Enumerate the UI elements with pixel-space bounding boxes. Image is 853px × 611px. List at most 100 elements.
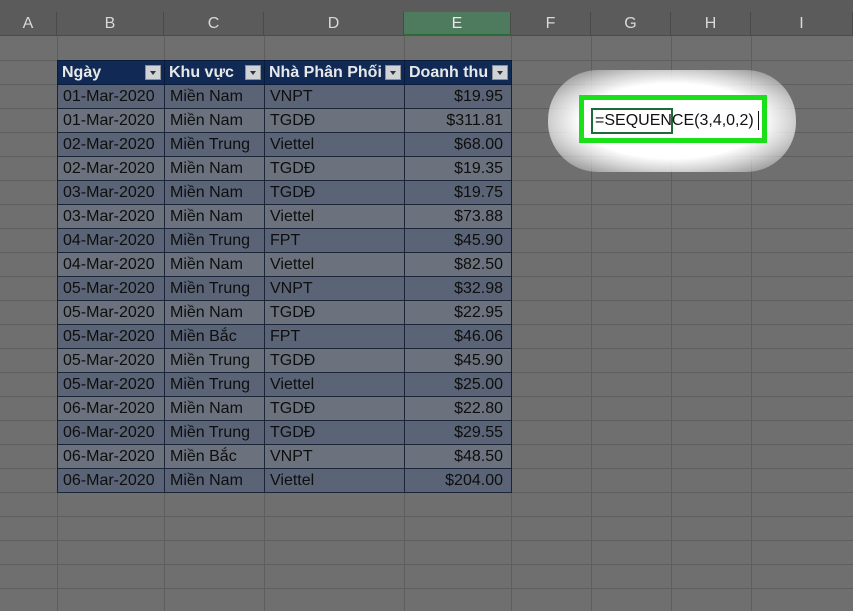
column-header-f[interactable]: F: [511, 12, 591, 36]
cell-date[interactable]: 06-Mar-2020: [57, 468, 165, 493]
table-row: 03-Mar-2020 Miền Nam TGDĐ $19.75: [57, 180, 512, 205]
cell-date[interactable]: 05-Mar-2020: [57, 276, 165, 301]
cell-revenue[interactable]: $82.50: [404, 252, 512, 277]
table-row: 04-Mar-2020 Miền Trung FPT $45.90: [57, 228, 512, 253]
cell-distributor[interactable]: TGDĐ: [264, 156, 405, 181]
cell-region[interactable]: Miền Trung: [164, 228, 265, 253]
cell-region[interactable]: Miền Trung: [164, 276, 265, 301]
table-row: 06-Mar-2020 Miền Bắc VNPT $48.50: [57, 444, 512, 469]
filter-dropdown-icon[interactable]: [492, 65, 508, 80]
cell-date[interactable]: 04-Mar-2020: [57, 228, 165, 253]
header-revenue: Doanh thu: [404, 60, 512, 85]
cell-revenue[interactable]: $311.81: [404, 108, 512, 133]
cell-distributor[interactable]: TGDĐ: [264, 108, 405, 133]
cell-revenue[interactable]: $45.90: [404, 348, 512, 373]
cell-revenue[interactable]: $22.95: [404, 300, 512, 325]
cell-revenue[interactable]: $25.00: [404, 372, 512, 397]
cell-distributor[interactable]: Viettel: [264, 132, 405, 157]
cell-revenue[interactable]: $204.00: [404, 468, 512, 493]
cell-distributor[interactable]: Viettel: [264, 252, 405, 277]
cell-region[interactable]: Miền Nam: [164, 156, 265, 181]
cell-region[interactable]: Miền Nam: [164, 468, 265, 493]
grid-line-horizontal: [0, 564, 853, 565]
text-cursor: [757, 111, 759, 131]
cell-distributor[interactable]: VNPT: [264, 444, 405, 469]
table-row: 05-Mar-2020 Miền Nam TGDĐ $22.95: [57, 300, 512, 325]
cell-region[interactable]: Miền Trung: [164, 132, 265, 157]
header-date: Ngày: [57, 60, 165, 85]
cell-distributor[interactable]: TGDĐ: [264, 180, 405, 205]
cell-distributor[interactable]: FPT: [264, 324, 405, 349]
cell-revenue[interactable]: $32.98: [404, 276, 512, 301]
cell-revenue[interactable]: $45.90: [404, 228, 512, 253]
cell-region[interactable]: Miền Nam: [164, 180, 265, 205]
cell-distributor[interactable]: TGDĐ: [264, 348, 405, 373]
cell-distributor[interactable]: VNPT: [264, 84, 405, 109]
table-row: 06-Mar-2020 Miền Nam Viettel $204.00: [57, 468, 512, 493]
cell-region[interactable]: Miền Bắc: [164, 444, 265, 469]
cell-date[interactable]: 05-Mar-2020: [57, 300, 165, 325]
cell-revenue[interactable]: $22.80: [404, 396, 512, 421]
column-header-a[interactable]: A: [0, 12, 57, 36]
table-row: 04-Mar-2020 Miền Nam Viettel $82.50: [57, 252, 512, 277]
cell-region[interactable]: Miền Trung: [164, 420, 265, 445]
formula-cell-text[interactable]: =SEQUENCE(3,4,0,2): [595, 110, 759, 132]
filter-dropdown-icon[interactable]: [145, 65, 161, 80]
cell-revenue[interactable]: $29.55: [404, 420, 512, 445]
cell-distributor[interactable]: FPT: [264, 228, 405, 253]
cell-revenue[interactable]: $48.50: [404, 444, 512, 469]
cell-date[interactable]: 03-Mar-2020: [57, 180, 165, 205]
cell-date[interactable]: 06-Mar-2020: [57, 444, 165, 469]
cell-distributor[interactable]: Viettel: [264, 372, 405, 397]
cell-date[interactable]: 03-Mar-2020: [57, 204, 165, 229]
cell-distributor[interactable]: Viettel: [264, 204, 405, 229]
column-header-c[interactable]: C: [164, 12, 264, 36]
cell-date[interactable]: 06-Mar-2020: [57, 420, 165, 445]
table-row: 02-Mar-2020 Miền Nam TGDĐ $19.35: [57, 156, 512, 181]
cell-revenue[interactable]: $19.35: [404, 156, 512, 181]
column-header-e[interactable]: E: [404, 12, 511, 36]
cell-region[interactable]: Miền Bắc: [164, 324, 265, 349]
cell-date[interactable]: 05-Mar-2020: [57, 372, 165, 397]
cell-region[interactable]: Miền Trung: [164, 348, 265, 373]
ribbon-edge: [0, 0, 853, 12]
cell-date[interactable]: 04-Mar-2020: [57, 252, 165, 277]
table-row: 06-Mar-2020 Miền Trung TGDĐ $29.55: [57, 420, 512, 445]
column-header-i[interactable]: I: [751, 12, 853, 36]
cell-date[interactable]: 01-Mar-2020: [57, 108, 165, 133]
cell-distributor[interactable]: VNPT: [264, 276, 405, 301]
cell-date[interactable]: 06-Mar-2020: [57, 396, 165, 421]
cell-region[interactable]: Miền Nam: [164, 204, 265, 229]
column-header-h[interactable]: H: [671, 12, 751, 36]
cell-region[interactable]: Miền Nam: [164, 300, 265, 325]
cell-region[interactable]: Miền Nam: [164, 84, 265, 109]
spreadsheet-grid[interactable]: A B C D E F G H I Ngày Khu vực Nhà Phân …: [0, 0, 853, 611]
cell-revenue[interactable]: $19.95: [404, 84, 512, 109]
filter-dropdown-icon[interactable]: [385, 65, 401, 80]
cell-region[interactable]: Miền Nam: [164, 396, 265, 421]
cell-date[interactable]: 05-Mar-2020: [57, 348, 165, 373]
cell-revenue[interactable]: $19.75: [404, 180, 512, 205]
table-row: 01-Mar-2020 Miền Nam TGDĐ $311.81: [57, 108, 512, 133]
cell-revenue[interactable]: $68.00: [404, 132, 512, 157]
cell-revenue[interactable]: $73.88: [404, 204, 512, 229]
column-header-b[interactable]: B: [57, 12, 164, 36]
cell-distributor[interactable]: TGDĐ: [264, 300, 405, 325]
header-region: Khu vực: [164, 60, 265, 85]
cell-revenue[interactable]: $46.06: [404, 324, 512, 349]
cell-region[interactable]: Miền Nam: [164, 252, 265, 277]
cell-date[interactable]: 02-Mar-2020: [57, 132, 165, 157]
cell-date[interactable]: 01-Mar-2020: [57, 84, 165, 109]
column-header-g[interactable]: G: [591, 12, 671, 36]
cell-region[interactable]: Miền Trung: [164, 372, 265, 397]
table-row: 05-Mar-2020 Miền Trung Viettel $25.00: [57, 372, 512, 397]
cell-date[interactable]: 05-Mar-2020: [57, 324, 165, 349]
cell-distributor[interactable]: Viettel: [264, 468, 405, 493]
cell-date[interactable]: 02-Mar-2020: [57, 156, 165, 181]
cell-region[interactable]: Miền Nam: [164, 108, 265, 133]
header-distributor: Nhà Phân Phối: [264, 60, 405, 85]
filter-dropdown-icon[interactable]: [245, 65, 261, 80]
cell-distributor[interactable]: TGDĐ: [264, 396, 405, 421]
column-header-d[interactable]: D: [264, 12, 404, 36]
cell-distributor[interactable]: TGDĐ: [264, 420, 405, 445]
